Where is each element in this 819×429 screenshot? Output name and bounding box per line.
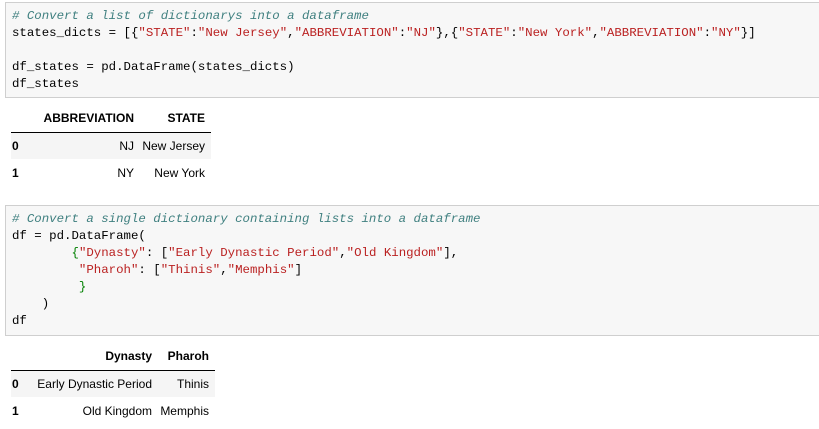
output-1: ABBREVIATION STATE 0 NJ New Jersey 1 NY … bbox=[11, 104, 211, 186]
code-string: "New York" bbox=[517, 26, 593, 40]
output-2: Dynasty Pharoh 0 Early Dynastic Period T… bbox=[11, 342, 215, 424]
table-header: STATE bbox=[167, 110, 205, 125]
code-string: "Thinis" bbox=[160, 263, 221, 277]
dataframe-table-states: ABBREVIATION STATE 0 NJ New Jersey 1 NY … bbox=[11, 104, 211, 186]
row-index: 1 bbox=[12, 403, 19, 418]
code-string: "STATE" bbox=[138, 26, 191, 40]
code-string: "ABBREVIATION" bbox=[599, 26, 704, 40]
code-line: df bbox=[12, 314, 27, 328]
code-comment: # Convert a single dictionary containing… bbox=[12, 212, 481, 226]
row-index: 1 bbox=[12, 165, 19, 180]
code-editor-1[interactable]: # Convert a list of dictionarys into a d… bbox=[6, 3, 819, 93]
code-string: "NY" bbox=[711, 26, 741, 40]
code-token: states_dicts bbox=[12, 26, 102, 40]
code-string: "NJ" bbox=[406, 26, 436, 40]
table-row: 0 NJ New Jersey bbox=[11, 132, 211, 159]
table-cell: Memphis bbox=[160, 403, 209, 418]
table-cell: NY bbox=[117, 165, 134, 180]
code-string: "Old Kingdom" bbox=[346, 246, 444, 260]
code-line: df_states = pd.DataFrame(states_dicts) bbox=[12, 60, 295, 74]
table-header-row: Dynasty Pharoh bbox=[11, 342, 215, 370]
code-editor-2[interactable]: # Convert a single dictionary containing… bbox=[6, 206, 819, 330]
code-string: "Memphis" bbox=[227, 263, 295, 277]
code-string: "ABBREVIATION" bbox=[294, 26, 399, 40]
table-header: Dynasty bbox=[105, 348, 152, 363]
table-row: 0 Early Dynastic Period Thinis bbox=[11, 370, 215, 397]
code-string: "Pharoh" bbox=[78, 263, 139, 277]
code-line: df = pd.DataFrame( bbox=[12, 229, 146, 243]
code-cell-2[interactable]: # Convert a single dictionary containing… bbox=[5, 205, 819, 336]
row-index: 0 bbox=[12, 376, 19, 391]
table-cell: Early Dynastic Period bbox=[37, 376, 152, 391]
code-comment: # Convert a list of dictionarys into a d… bbox=[12, 9, 369, 23]
table-header-index bbox=[11, 104, 35, 132]
code-string: "Early Dynastic Period" bbox=[168, 246, 340, 260]
table-cell: Old Kingdom bbox=[82, 403, 152, 418]
code-string: "STATE" bbox=[458, 26, 511, 40]
table-cell: NJ bbox=[119, 138, 134, 153]
table-cell: New York bbox=[154, 165, 205, 180]
dataframe-table-dynasty: Dynasty Pharoh 0 Early Dynastic Period T… bbox=[11, 342, 215, 424]
table-cell: Thinis bbox=[176, 376, 209, 391]
code-string: "New Jersey" bbox=[197, 26, 288, 40]
table-header-row: ABBREVIATION STATE bbox=[11, 104, 211, 132]
table-row: 1 Old Kingdom Memphis bbox=[11, 397, 215, 424]
code-string: "Dynasty" bbox=[78, 246, 146, 260]
table-header: Pharoh bbox=[167, 348, 209, 363]
row-index: 0 bbox=[12, 138, 19, 153]
code-cell-1[interactable]: # Convert a list of dictionarys into a d… bbox=[5, 2, 819, 98]
table-header-index bbox=[11, 342, 31, 370]
table-header: ABBREVIATION bbox=[43, 110, 134, 125]
table-row: 1 NY New York bbox=[11, 159, 211, 186]
table-cell: New Jersey bbox=[142, 138, 205, 153]
code-line: df_states bbox=[12, 77, 79, 91]
